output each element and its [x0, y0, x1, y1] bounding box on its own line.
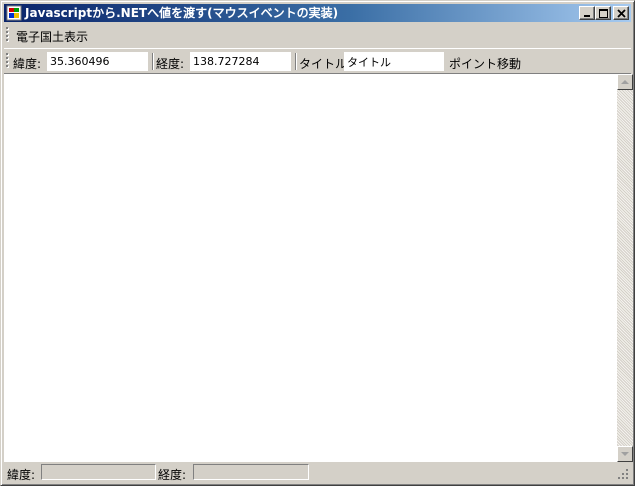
main-window: Javascriptから.NETへ値を渡す(マウスイベントの実装) 電子国土表示 [0, 0, 635, 486]
title-bar[interactable]: Javascriptから.NETへ値を渡す(マウスイベントの実装) [4, 4, 631, 22]
close-button[interactable] [613, 6, 629, 20]
menu-item-denshi-kokudo[interactable]: 電子国土表示 [16, 28, 88, 45]
windows-form-icon[interactable] [6, 5, 22, 21]
latitude-label: 緯度: [13, 57, 42, 71]
arrow-up-icon [621, 80, 629, 84]
web-browser-area[interactable] [4, 74, 633, 462]
scroll-up-button[interactable] [617, 74, 633, 90]
minimize-button[interactable] [579, 6, 595, 20]
point-move-button[interactable]: ポイント移動 [449, 55, 521, 72]
status-latitude-value [41, 464, 156, 480]
grip-icon[interactable] [6, 27, 9, 43]
maximize-icon [599, 9, 608, 18]
status-longitude-label: 経度: [158, 468, 187, 482]
latitude-input[interactable] [47, 52, 148, 71]
status-strip: 緯度: 経度: [4, 462, 631, 483]
menu-strip: 電子国土表示 [4, 24, 631, 46]
longitude-input[interactable] [190, 52, 291, 71]
vertical-scrollbar[interactable] [617, 74, 633, 462]
close-icon [617, 9, 626, 18]
grip-icon[interactable] [6, 53, 9, 69]
status-latitude-label: 緯度: [7, 468, 36, 482]
tool-strip: 緯度: 経度: タイトル: ポイント移動 [4, 48, 631, 74]
title-input[interactable] [344, 52, 444, 71]
arrow-down-icon [621, 452, 629, 456]
toolbar-separator [152, 53, 154, 70]
window-title: Javascriptから.NETへ値を渡す(マウスイベントの実装) [25, 6, 339, 20]
maximize-button[interactable] [595, 6, 611, 20]
minimize-icon [584, 15, 590, 17]
toolbar-separator [295, 53, 297, 70]
size-grip-icon[interactable] [617, 468, 629, 480]
scroll-down-button[interactable] [617, 446, 633, 462]
longitude-label: 経度: [156, 57, 185, 71]
status-longitude-value [193, 464, 309, 480]
